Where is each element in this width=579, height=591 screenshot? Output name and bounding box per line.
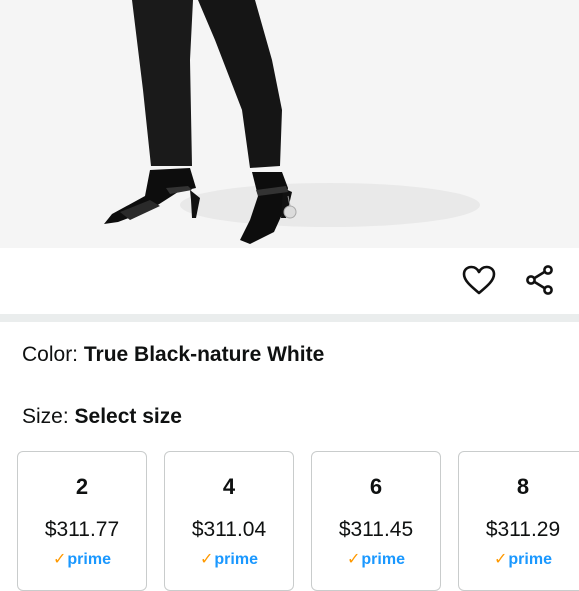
share-icon[interactable] bbox=[518, 258, 562, 302]
size-option-4[interactable]: 4 $311.04 ✓prime bbox=[164, 451, 294, 591]
color-label: Color: bbox=[22, 343, 84, 366]
product-photo bbox=[0, 0, 579, 248]
check-icon: ✓ bbox=[494, 551, 508, 568]
prime-badge: ✓prime bbox=[53, 551, 111, 568]
size-number: 2 bbox=[75, 474, 89, 499]
size-option-8[interactable]: 8 $311.29 ✓prime bbox=[458, 451, 579, 591]
size-number: 4 bbox=[222, 474, 236, 499]
prime-badge: ✓prime bbox=[494, 551, 552, 568]
size-option-6[interactable]: 6 $311.45 ✓prime bbox=[311, 451, 441, 591]
color-value: True Black-nature White bbox=[83, 343, 325, 366]
action-bar bbox=[0, 248, 579, 314]
size-value: Select size bbox=[74, 405, 182, 428]
prime-badge: ✓prime bbox=[200, 551, 258, 568]
size-price: $311.45 bbox=[338, 518, 414, 541]
size-price: $311.77 bbox=[44, 518, 120, 541]
size-price: $311.04 bbox=[191, 518, 267, 541]
prime-badge: ✓prime bbox=[347, 551, 405, 568]
check-icon: ✓ bbox=[347, 551, 361, 568]
check-icon: ✓ bbox=[200, 551, 214, 568]
size-price: $311.29 bbox=[485, 518, 561, 541]
size-option-2[interactable]: 2 $311.77 ✓prime bbox=[17, 451, 147, 591]
section-divider bbox=[0, 314, 579, 322]
size-selection: Size: Select size bbox=[22, 404, 182, 430]
size-label: Size: bbox=[22, 405, 75, 428]
heart-icon[interactable] bbox=[457, 258, 501, 302]
product-image[interactable] bbox=[0, 0, 579, 248]
color-selection: Color: True Black-nature White bbox=[22, 342, 324, 368]
size-number: 6 bbox=[369, 474, 383, 499]
check-icon: ✓ bbox=[53, 551, 67, 568]
size-number: 8 bbox=[516, 474, 530, 499]
